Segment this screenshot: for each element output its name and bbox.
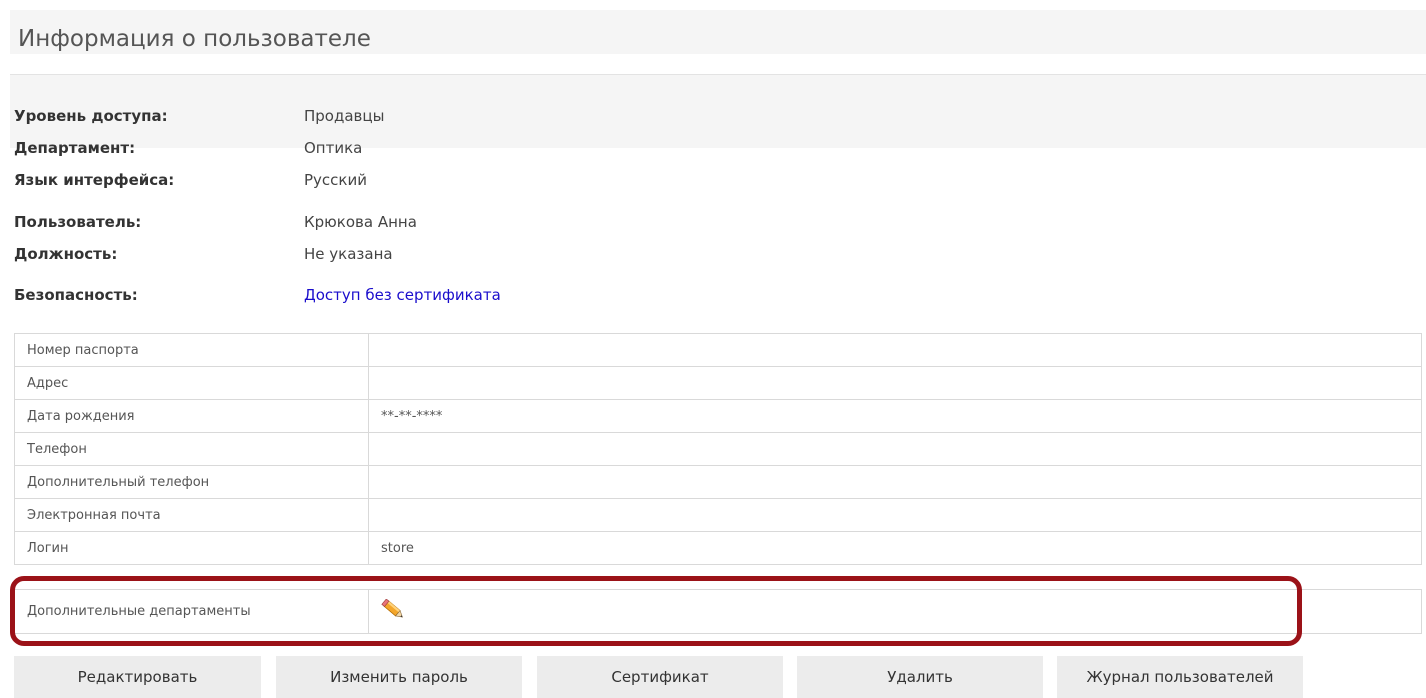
- info-row-position: Должность: Не указана: [14, 245, 714, 267]
- phone-value: [368, 432, 1422, 466]
- extra-departments-value: [368, 589, 1422, 634]
- certificate-button[interactable]: Сертификат: [537, 656, 783, 698]
- table-row: Логин store: [14, 531, 1422, 565]
- pencil-icon[interactable]: [381, 598, 407, 625]
- login-label: Логин: [14, 531, 369, 565]
- user-value: Крюкова Анна: [304, 213, 417, 231]
- delete-button[interactable]: Удалить: [797, 656, 1043, 698]
- extra-departments-label: Дополнительные департаменты: [14, 589, 369, 634]
- info-row-user: Пользователь: Крюкова Анна: [14, 213, 714, 235]
- user-details-table: Номер паспорта Адрес Дата рождения **-**…: [14, 333, 1422, 565]
- info-row-access-level: Уровень доступа: Продавцы: [14, 107, 714, 129]
- table-row: Телефон: [14, 432, 1422, 466]
- header-divider-line: [10, 74, 1426, 75]
- page-title: Информация о пользователе: [18, 26, 371, 52]
- info-row-language: Язык интерфейса: Русский: [14, 171, 714, 193]
- user-label: Пользователь:: [14, 213, 142, 231]
- language-value: Русский: [304, 171, 367, 189]
- birthdate-value: **-**-****: [368, 399, 1422, 433]
- table-row: Дополнительный телефон: [14, 465, 1422, 499]
- email-value: [368, 498, 1422, 532]
- department-value: Оптика: [304, 139, 363, 157]
- table-row: Номер паспорта: [14, 333, 1422, 367]
- table-row: Дополнительные департаменты: [14, 589, 1422, 634]
- passport-value: [368, 333, 1422, 367]
- header-divider-strip: [10, 54, 1426, 74]
- email-label: Электронная почта: [14, 498, 369, 532]
- users-log-button[interactable]: Журнал пользователей: [1057, 656, 1303, 698]
- phone-label: Телефон: [14, 432, 369, 466]
- passport-label: Номер паспорта: [14, 333, 369, 367]
- info-row-department: Департамент: Оптика: [14, 139, 714, 161]
- position-label: Должность:: [14, 245, 118, 263]
- position-value: Не указана: [304, 245, 393, 263]
- change-password-button[interactable]: Изменить пароль: [276, 656, 522, 698]
- security-link[interactable]: Доступ без сертификата: [304, 286, 501, 304]
- extra-departments-table: Дополнительные департаменты: [14, 589, 1422, 634]
- access-level-label: Уровень доступа:: [14, 107, 168, 125]
- security-label: Безопасность:: [14, 286, 138, 304]
- table-row: Дата рождения **-**-****: [14, 399, 1422, 433]
- extra-phone-value: [368, 465, 1422, 499]
- extra-phone-label: Дополнительный телефон: [14, 465, 369, 499]
- table-row: Адрес: [14, 366, 1422, 400]
- address-value: [368, 366, 1422, 400]
- edit-button[interactable]: Редактировать: [14, 656, 261, 698]
- language-label: Язык интерфейса:: [14, 171, 175, 189]
- access-level-value: Продавцы: [304, 107, 385, 125]
- department-label: Департамент:: [14, 139, 136, 157]
- table-row: Электронная почта: [14, 498, 1422, 532]
- login-value: store: [368, 531, 1422, 565]
- birthdate-label: Дата рождения: [14, 399, 369, 433]
- info-row-security: Безопасность: Доступ без сертификата: [14, 286, 714, 308]
- address-label: Адрес: [14, 366, 369, 400]
